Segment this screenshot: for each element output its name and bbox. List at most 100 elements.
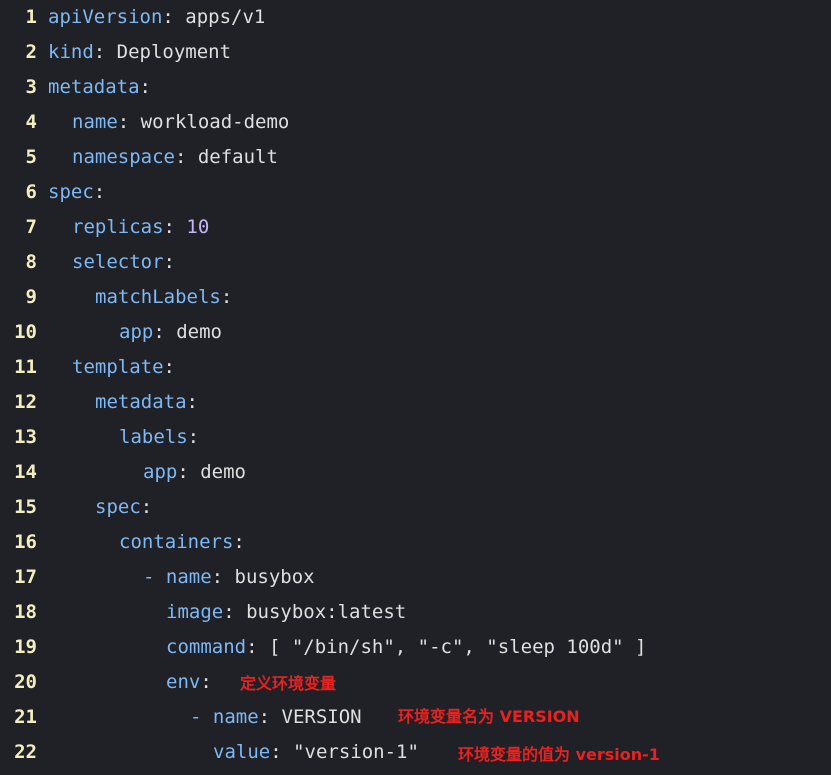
yaml-key: spec <box>48 181 94 203</box>
code-text: matchLabels: <box>95 284 244 310</box>
code-text: replicas: 10 <box>72 214 209 240</box>
code-line[interactable]: 17 - name: busybox <box>0 560 831 595</box>
yaml-value: 10 <box>186 216 210 238</box>
yaml-value: demo <box>200 461 246 483</box>
code-text: apiVersion: apps/v1 <box>48 4 265 30</box>
colon-punct: : <box>200 671 224 693</box>
code-text: labels: <box>119 424 211 450</box>
yaml-value: demo <box>176 321 222 343</box>
colon-punct: : <box>139 76 163 98</box>
code-line[interactable]: 12 metadata: <box>0 385 831 420</box>
colon-punct: : <box>223 601 247 623</box>
yaml-value: VERSION <box>281 706 362 728</box>
yaml-value: busybox:latest <box>246 601 407 623</box>
code-text: command: [ "/bin/sh", "-c", "sleep 100d"… <box>166 634 646 660</box>
code-text: app: demo <box>143 459 246 485</box>
code-text: metadata: <box>95 389 209 415</box>
colon-punct: : <box>93 181 117 203</box>
yaml-value: default <box>197 146 278 168</box>
code-line[interactable]: 9 matchLabels: <box>0 280 831 315</box>
code-line[interactable]: 20 env: <box>0 665 831 700</box>
yaml-key: value <box>213 741 271 763</box>
colon-punct: : <box>163 356 187 378</box>
code-text: containers: <box>119 529 256 555</box>
code-text: value: "version-1" <box>213 739 419 765</box>
colon-punct: : <box>162 6 186 28</box>
colon-punct: : <box>258 706 282 728</box>
code-line[interactable]: 18 image: busybox:latest <box>0 595 831 630</box>
code-text: - name: VERSION <box>190 704 362 730</box>
code-line[interactable]: 22 value: "version-1" <box>0 735 831 770</box>
code-line[interactable]: 3 metadata: <box>0 70 831 105</box>
code-line[interactable]: 1 apiVersion: apps/v1 <box>0 0 831 35</box>
colon-punct: : <box>187 426 211 448</box>
code-line[interactable]: 5 namespace: default <box>0 140 831 175</box>
code-line[interactable]: 19 command: [ "/bin/sh", "-c", "sleep 100… <box>0 630 831 665</box>
code-text: template: <box>72 354 186 380</box>
yaml-key: command <box>166 636 247 658</box>
yaml-key: selector <box>72 251 164 273</box>
code-line[interactable]: 14 app: demo <box>0 455 831 490</box>
code-text: image: busybox:latest <box>166 599 406 625</box>
line-number: 8 <box>25 251 37 273</box>
colon-punct: : <box>174 146 198 168</box>
yaml-value: busybox <box>234 566 315 588</box>
colon-punct: : <box>233 531 257 553</box>
colon-punct: : <box>163 216 187 238</box>
code-text: app: demo <box>119 319 222 345</box>
yaml-key: namespace <box>72 146 175 168</box>
code-line[interactable]: 13 labels: <box>0 420 831 455</box>
code-text: spec: <box>95 494 164 520</box>
line-number: 10 <box>14 321 37 343</box>
colon-punct: : <box>186 391 210 413</box>
code-line[interactable]: 16 containers: <box>0 525 831 560</box>
code-text: spec: <box>48 179 117 205</box>
line-number: 11 <box>14 356 37 378</box>
line-number: 22 <box>14 741 37 763</box>
yaml-key: app <box>143 461 178 483</box>
line-number: 9 <box>25 286 37 308</box>
line-number: 13 <box>14 426 37 448</box>
line-number: 16 <box>14 531 37 553</box>
code-text: namespace: default <box>72 144 278 170</box>
code-line[interactable]: 4 name: workload-demo <box>0 105 831 140</box>
yaml-key: replicas <box>72 216 164 238</box>
yaml-key: apiVersion <box>48 6 163 28</box>
yaml-key: image <box>166 601 224 623</box>
code-line[interactable]: 11 template: <box>0 350 831 385</box>
colon-punct: : <box>270 741 294 763</box>
colon-punct: : <box>163 251 187 273</box>
code-line[interactable]: 15 spec: <box>0 490 831 525</box>
code-line[interactable]: 8 selector: <box>0 245 831 280</box>
code-text: kind: Deployment <box>48 39 231 65</box>
yaml-value: apps/v1 <box>185 6 266 28</box>
code-line[interactable]: 6 spec: <box>0 175 831 210</box>
colon-punct: : <box>117 111 141 133</box>
annotation-note: 定义环境变量 <box>240 674 337 693</box>
code-line[interactable]: 7 replicas: 10 <box>0 210 831 245</box>
annotation-note: 环境变量名为 VERSION <box>398 707 580 726</box>
yaml-key: spec <box>95 496 141 518</box>
line-number: 7 <box>25 216 37 238</box>
colon-punct: : <box>93 41 117 63</box>
code-line[interactable]: 2 kind: Deployment <box>0 35 831 70</box>
colon-punct: : <box>140 496 164 518</box>
code-text: - name: busybox <box>143 564 315 590</box>
yaml-key: metadata <box>95 391 187 413</box>
colon-punct: : <box>177 461 201 483</box>
line-number: 6 <box>25 181 37 203</box>
line-number: 20 <box>14 671 37 693</box>
code-line[interactable]: 10 app: demo <box>0 315 831 350</box>
yaml-value: "version-1" <box>293 741 419 763</box>
yaml-key: labels <box>119 426 188 448</box>
yaml-key: containers <box>119 531 234 553</box>
yaml-key: kind <box>48 41 94 63</box>
list-dash: - <box>190 706 213 728</box>
yaml-key: template <box>72 356 164 378</box>
line-number: 5 <box>25 146 37 168</box>
line-number: 1 <box>25 6 37 28</box>
colon-punct: : <box>246 636 269 658</box>
line-number: 12 <box>14 391 37 413</box>
yaml-code-editor[interactable]: 1 apiVersion: apps/v1 2 kind: Deployment 3 me… <box>0 0 831 775</box>
yaml-key: name <box>165 566 212 588</box>
